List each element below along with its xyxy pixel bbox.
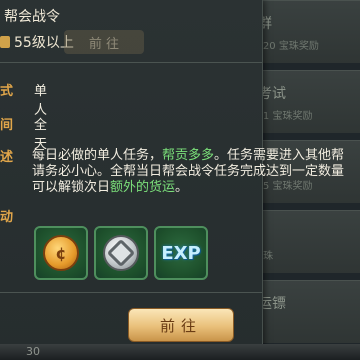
panel-title: 帮会战令 (4, 9, 60, 25)
bottom-count: 30 (26, 345, 40, 358)
level-requirement: 55级以上 (0, 32, 74, 52)
lock-icon (0, 36, 10, 48)
time-label: 间 (0, 118, 14, 133)
mode-value: 单人 (34, 84, 48, 118)
divider (0, 62, 262, 63)
go-button[interactable]: 前往 (128, 308, 234, 342)
bottom-hud: 30 (0, 344, 360, 360)
reward-slot[interactable]: ¢ (34, 226, 88, 280)
reward-slot[interactable] (94, 226, 148, 280)
reward-list: ¢ EXP (34, 226, 208, 280)
mode-label: 式 (0, 84, 14, 99)
reward-label: 动 (0, 210, 14, 225)
desc-label: 述 (0, 150, 14, 165)
silver-coin-icon (103, 235, 139, 271)
time-value: 全天 (34, 118, 48, 152)
exp-icon: EXP (161, 242, 201, 264)
activity-description: 每日必做的单人任务，帮贡多多。任务需要进入其他帮 请务必小心。全帮当日帮会战令任… (32, 148, 345, 195)
faded-go-button: 前 往 (64, 30, 144, 54)
divider (0, 292, 262, 293)
gold-coin-icon: ¢ (43, 235, 79, 271)
reward-slot[interactable]: EXP (154, 226, 208, 280)
